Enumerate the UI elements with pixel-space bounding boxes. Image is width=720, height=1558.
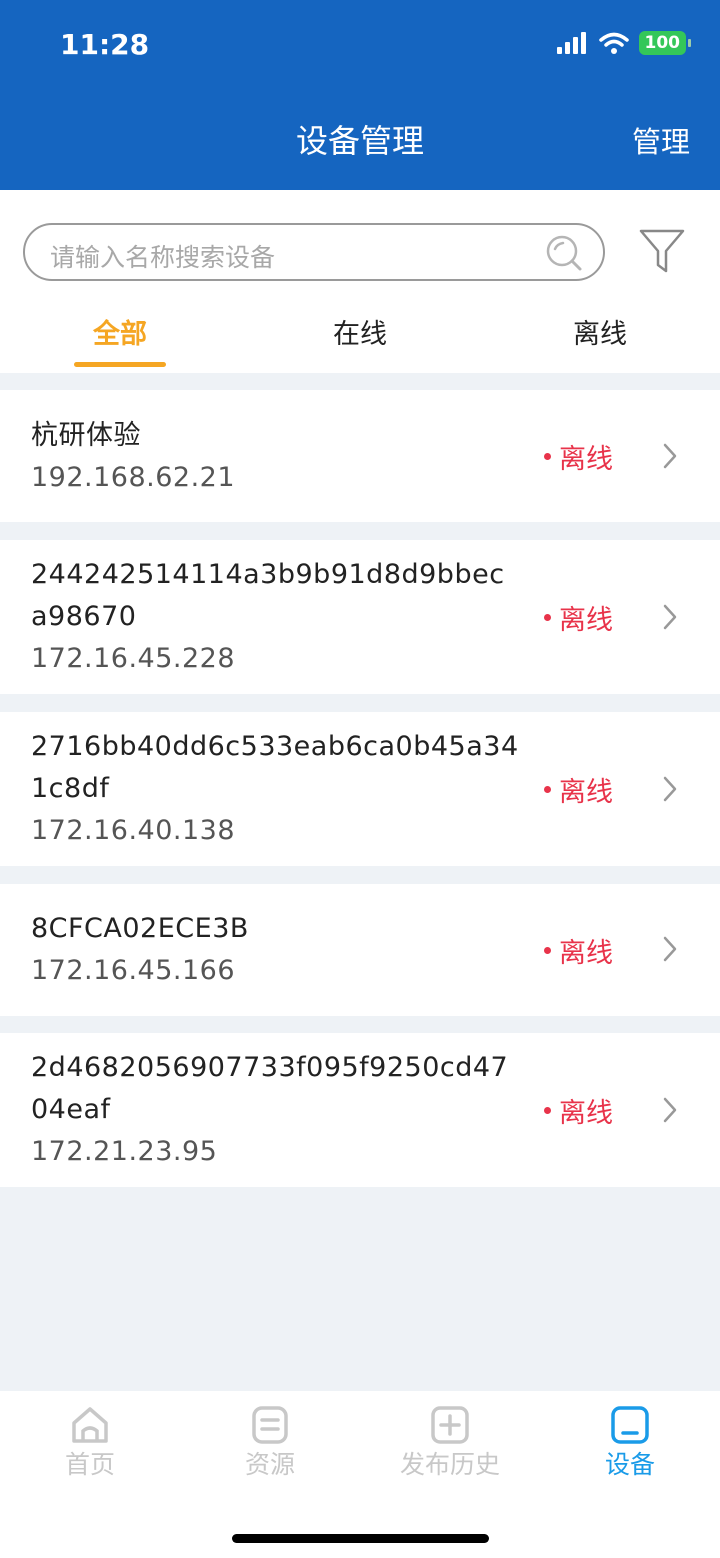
manage-button[interactable]: 管理: [632, 119, 690, 161]
device-name: 2d4682056907733f095f9250cd4704eaf: [31, 1052, 509, 1125]
battery-indicator: 100: [638, 31, 691, 55]
nav-item-publish-history[interactable]: 发布历史: [360, 1405, 540, 1481]
nav-item-resources[interactable]: 资源: [180, 1405, 360, 1481]
device-card[interactable]: 杭研体验 192.168.62.21 离线: [0, 390, 720, 522]
device-ip: 172.16.40.138: [31, 815, 236, 846]
signal-icon: [556, 32, 586, 54]
tab-active-underline: [74, 362, 166, 367]
search-icon[interactable]: [545, 234, 583, 272]
search-placeholder: 请输入名称搜索设备: [50, 243, 276, 272]
document-icon: [252, 1406, 288, 1444]
filter-icon[interactable]: [638, 228, 686, 274]
device-icon: [611, 1406, 649, 1444]
device-ip: 172.16.45.228: [31, 643, 236, 674]
nav-label: 资源: [244, 1450, 295, 1479]
nav-item-home[interactable]: 首页: [0, 1405, 180, 1481]
status-dot: [544, 1107, 551, 1114]
status-badge: 离线: [544, 770, 613, 809]
status-badge: 离线: [544, 598, 613, 637]
status-dot: [544, 453, 551, 460]
device-ip: 192.168.62.21: [31, 462, 236, 493]
page-title: 设备管理: [295, 122, 424, 160]
nav-label: 首页: [64, 1450, 115, 1479]
tab-online[interactable]: 在线: [310, 312, 410, 351]
device-card[interactable]: 244242514114a3b9b91d8d9bbeca98670 172.16…: [0, 540, 720, 694]
tab-all[interactable]: 全部: [70, 312, 170, 351]
status-badge: 离线: [544, 931, 613, 970]
home-indicator: [232, 1534, 489, 1543]
plus-square-icon: [431, 1406, 469, 1444]
chevron-right-icon: [663, 1097, 677, 1123]
device-name: 244242514114a3b9b91d8d9bbeca98670: [31, 559, 505, 632]
home-icon: [72, 1407, 108, 1443]
status-dot: [544, 786, 551, 793]
search-input[interactable]: 请输入名称搜索设备: [23, 223, 605, 281]
tab-offline[interactable]: 离线: [550, 312, 650, 351]
device-name: 杭研体验: [31, 420, 141, 451]
status-time: 11:28: [60, 28, 150, 61]
device-ip: 172.21.23.95: [31, 1136, 218, 1167]
wifi-icon: [598, 32, 629, 54]
header: 11:28 100 设备管理 管理: [0, 0, 720, 190]
device-card[interactable]: 2716bb40dd6c533eab6ca0b45a341c8df 172.16…: [0, 712, 720, 866]
nav-label: 发布历史: [399, 1450, 500, 1479]
status-badge: 离线: [544, 1091, 613, 1130]
chevron-right-icon: [663, 776, 677, 802]
device-name: 2716bb40dd6c533eab6ca0b45a341c8df: [31, 731, 519, 804]
nav-item-devices[interactable]: 设备: [540, 1405, 720, 1481]
chevron-right-icon: [663, 443, 677, 469]
status-dot: [544, 947, 551, 954]
nav-label: 设备: [604, 1450, 655, 1479]
status-text: 离线: [559, 938, 613, 969]
bottom-nav: 首页 资源 发布历史 设备: [0, 1391, 720, 1558]
device-ip: 172.16.45.166: [31, 955, 236, 986]
status-badge: 离线: [544, 437, 613, 476]
search-area: 请输入名称搜索设备 全部 在线 离线: [0, 190, 720, 373]
chevron-right-icon: [663, 936, 677, 962]
status-text: 离线: [559, 444, 613, 475]
status-dot: [544, 614, 551, 621]
device-card[interactable]: 2d4682056907733f095f9250cd4704eaf 172.21…: [0, 1033, 720, 1187]
device-name: 8CFCA02ECE3B: [31, 913, 249, 944]
status-icons: 100: [556, 31, 691, 55]
device-card[interactable]: 8CFCA02ECE3B 172.16.45.166 离线: [0, 884, 720, 1016]
status-text: 离线: [559, 777, 613, 808]
status-text: 离线: [559, 1098, 613, 1129]
status-text: 离线: [559, 605, 613, 636]
chevron-right-icon: [663, 604, 677, 630]
